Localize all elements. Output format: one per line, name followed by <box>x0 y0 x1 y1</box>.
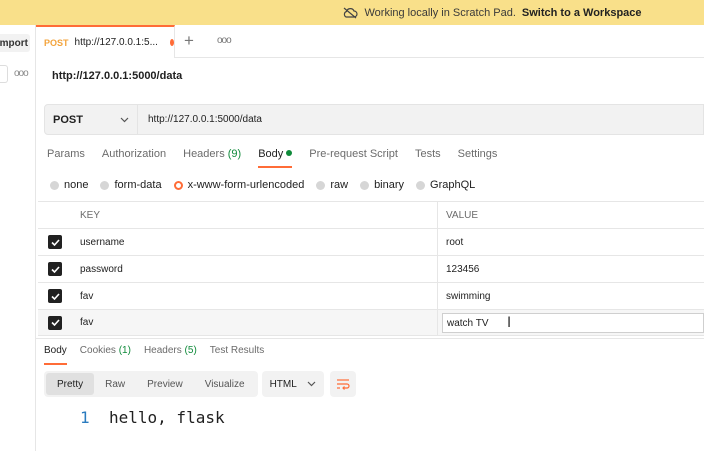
view-preview-button[interactable]: Preview <box>136 373 194 395</box>
line-number: 1 <box>80 408 90 427</box>
switch-workspace-link[interactable]: Switch to a Workspace <box>522 7 642 19</box>
response-body-text: hello, flask <box>109 408 225 427</box>
tab-settings[interactable]: Settings <box>458 148 498 168</box>
body-active-dot-icon <box>286 150 293 156</box>
tab-url: http://127.0.0.1:5... <box>74 37 158 48</box>
table-row: fav watch TV I <box>38 309 704 336</box>
view-visualize-button[interactable]: Visualize <box>194 373 256 395</box>
method-select[interactable]: POST <box>45 105 138 134</box>
key-cell[interactable]: username <box>72 229 438 255</box>
wrap-lines-icon <box>336 379 350 390</box>
value-cell[interactable]: swimming <box>438 283 704 309</box>
cookies-count: (1) <box>118 345 131 356</box>
view-pretty-button[interactable]: Pretty <box>46 373 95 395</box>
response-tabs: Body Cookies (1) Headers (5) Test Result… <box>44 345 277 365</box>
radio-circle-icon <box>100 180 110 190</box>
body-type-radios: none form-data x-www-form-urlencoded raw… <box>50 178 487 192</box>
radio-none[interactable]: none <box>50 179 88 191</box>
row-checkbox[interactable] <box>48 262 62 276</box>
chevron-down-icon <box>120 117 129 122</box>
response-tab-test-results[interactable]: Test Results <box>210 345 264 365</box>
method-label: POST <box>53 113 83 126</box>
table-row: fav swimming <box>38 282 704 309</box>
tab-params[interactable]: Params <box>47 148 85 168</box>
table-row: password 123456 <box>38 255 704 282</box>
response-tab-headers[interactable]: Headers (5) <box>144 345 197 365</box>
body-params-table: KEY VALUE username root password 123456 … <box>38 201 704 336</box>
text-cursor-icon: I <box>507 315 512 331</box>
radio-circle-icon <box>360 180 370 190</box>
checkmark-icon <box>50 238 60 246</box>
tab-more-icon[interactable]: ooo <box>217 35 232 46</box>
value-column-header: VALUE <box>446 209 479 221</box>
key-cell[interactable]: password <box>72 256 438 282</box>
radio-circle-icon <box>316 180 326 190</box>
request-tab[interactable]: POST http://127.0.0.1:5... <box>36 25 175 58</box>
response-toolbar: Pretty Raw Preview Visualize HTML <box>44 371 356 397</box>
checkmark-icon <box>50 292 60 300</box>
response-headers-count: (5) <box>184 345 197 356</box>
checkmark-icon <box>50 319 60 326</box>
new-tab-plus-icon[interactable]: + <box>184 31 194 51</box>
key-cell[interactable]: fav <box>72 283 438 309</box>
radio-circle-icon <box>416 180 426 190</box>
request-title[interactable]: http://127.0.0.1:5000/data <box>52 70 182 82</box>
tab-pre-request-script[interactable]: Pre-request Script <box>309 148 398 168</box>
table-row: username root <box>38 228 704 255</box>
value-cell[interactable]: root <box>438 229 704 255</box>
wrap-lines-button[interactable] <box>329 371 356 397</box>
headers-count: (9) <box>227 148 242 160</box>
radio-form-data[interactable]: form-data <box>100 179 162 191</box>
key-column-header: KEY <box>72 202 438 228</box>
row-checkbox[interactable] <box>48 235 62 249</box>
scratchpad-banner: Working locally in Scratch Pad. Switch t… <box>0 0 704 25</box>
tab-authorization[interactable]: Authorization <box>102 148 166 168</box>
value-input-text: watch TV <box>447 317 489 329</box>
request-subtabs: Params Authorization Headers (9) Body Pr… <box>47 148 514 168</box>
tab-tests[interactable]: Tests <box>415 148 441 168</box>
radio-circle-icon <box>50 180 59 190</box>
value-input[interactable]: watch TV I <box>442 313 704 333</box>
banner-text: Working locally in Scratch Pad. <box>364 6 516 19</box>
tab-body[interactable]: Body <box>258 148 293 168</box>
url-input[interactable]: http://127.0.0.1:5000/data <box>138 114 262 125</box>
cloud-off-icon <box>344 7 359 18</box>
tab-method: POST <box>44 37 69 48</box>
url-bar: POST http://127.0.0.1:5000/data <box>44 104 704 135</box>
radio-selected-icon <box>173 180 183 190</box>
row-checkbox[interactable] <box>48 289 62 303</box>
tab-headers[interactable]: Headers (9) <box>183 148 241 168</box>
value-cell[interactable]: 123456 <box>438 256 704 282</box>
response-divider[interactable] <box>36 338 704 339</box>
chevron-down-icon <box>307 381 315 387</box>
response-body-code[interactable]: 1 hello, flask <box>80 408 225 427</box>
sidebar-more-icon[interactable]: ooo <box>14 68 29 79</box>
view-raw-button[interactable]: Raw <box>94 373 136 395</box>
format-select[interactable]: HTML <box>261 371 324 397</box>
unsaved-dot-icon <box>169 39 174 46</box>
request-tab-bar: POST http://127.0.0.1:5... + ooo <box>36 25 704 58</box>
import-button[interactable]: mport <box>0 34 30 52</box>
table-header: KEY VALUE <box>38 201 704 228</box>
radio-x-www-form-urlencoded[interactable]: x-www-form-urlencoded <box>173 179 304 191</box>
sidebar-search-input[interactable] <box>0 65 8 83</box>
radio-binary[interactable]: binary <box>360 179 404 191</box>
row-checkbox[interactable] <box>48 315 62 330</box>
sidebar <box>0 25 36 451</box>
radio-raw[interactable]: raw <box>316 179 348 191</box>
response-tab-cookies[interactable]: Cookies (1) <box>80 345 131 365</box>
radio-graphql[interactable]: GraphQL <box>416 179 475 191</box>
format-label: HTML <box>269 378 297 390</box>
view-mode-group: Pretty Raw Preview Visualize <box>44 371 258 397</box>
checkmark-icon <box>50 265 60 273</box>
key-cell[interactable]: fav <box>72 310 438 335</box>
response-tab-body[interactable]: Body <box>44 345 67 365</box>
